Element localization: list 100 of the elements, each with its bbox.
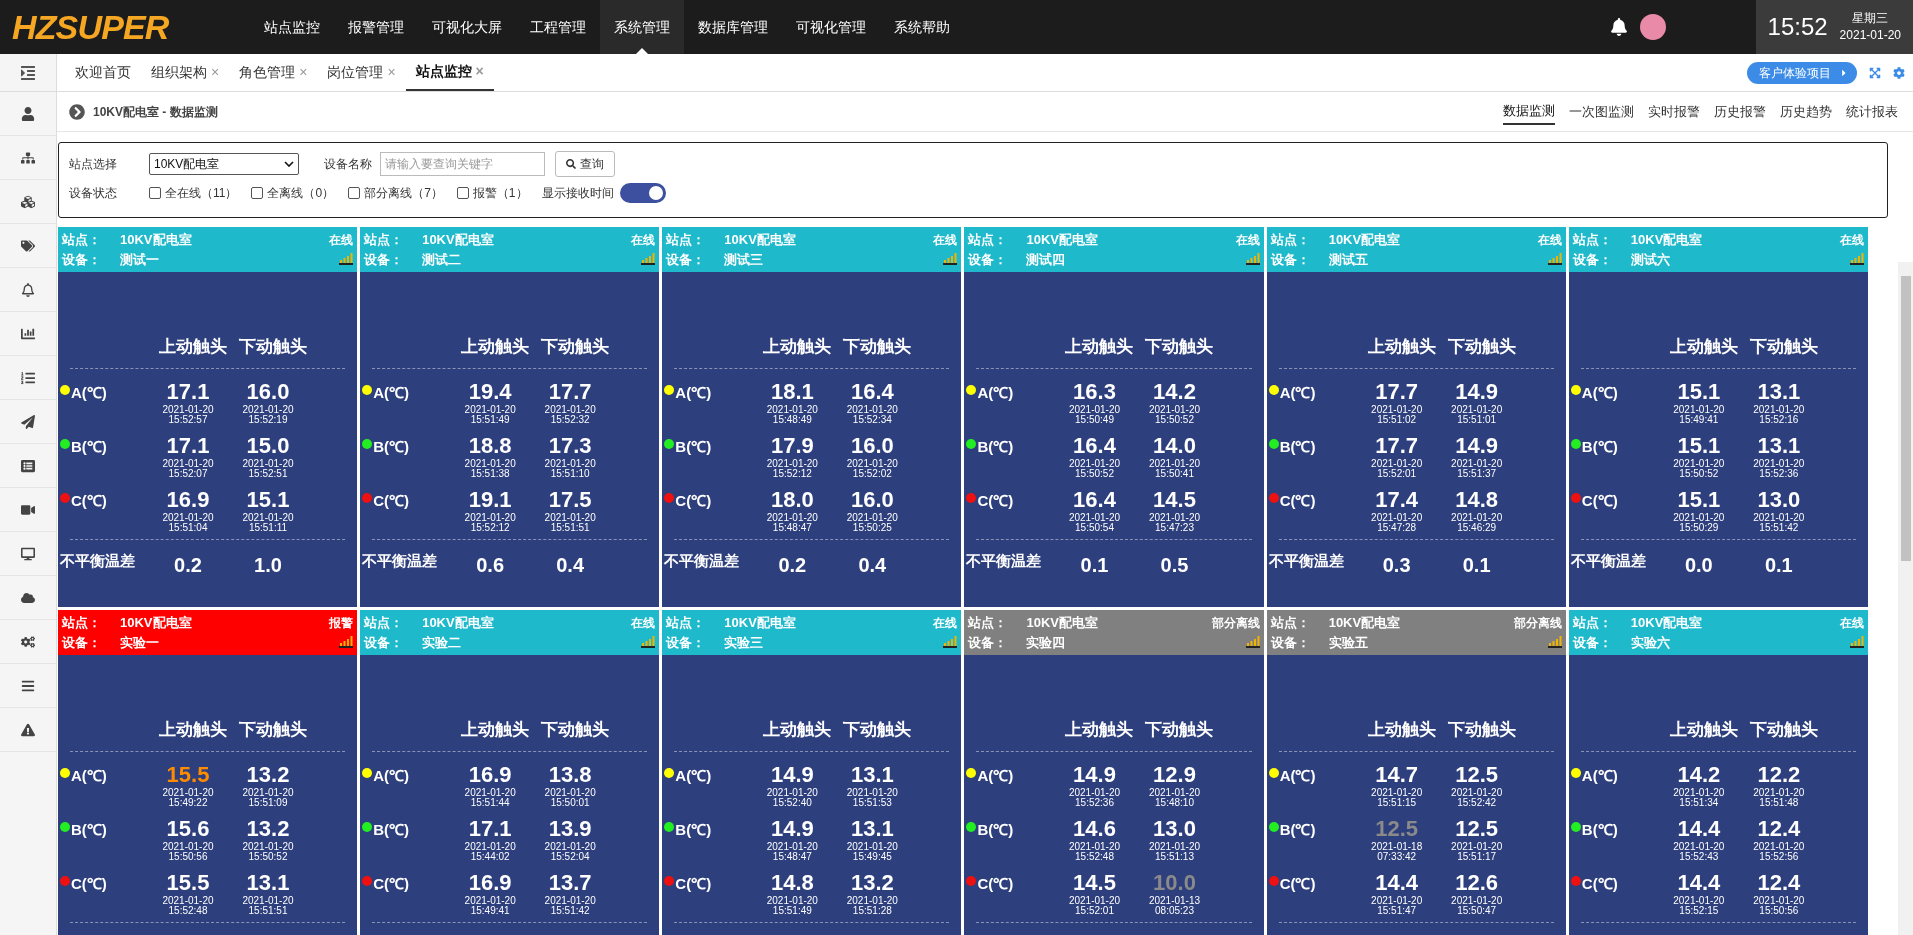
bar-chart-icon[interactable] — [21, 326, 35, 341]
station-label: 站点： — [666, 614, 707, 632]
view-tab[interactable]: 一次图监测 — [1569, 98, 1634, 125]
reading-date: 2021-01-20 — [1148, 404, 1201, 415]
signal-icon — [943, 253, 958, 266]
column-heading: 下动触头 — [238, 719, 308, 741]
imbalance-value: 0.0 — [1683, 552, 1714, 578]
checkbox-label: 全在线（11） — [165, 185, 238, 202]
fullscreen-icon[interactable] — [1869, 66, 1881, 79]
temperature-value: 19.1 — [468, 486, 512, 513]
nav-item[interactable]: 可视化管理 — [782, 0, 880, 54]
phase-label: C(℃) — [71, 875, 107, 891]
menu-toggle-icon[interactable] — [20, 64, 36, 81]
reading-time: 15:51:51 — [550, 522, 590, 533]
imbalance-value: 0.2 — [173, 552, 203, 578]
view-tab[interactable]: 历史报警 — [1714, 98, 1766, 125]
notification-bell-icon[interactable] — [1609, 18, 1628, 36]
column-heading: 上动触头 — [762, 336, 833, 358]
settings-icon[interactable] — [1893, 66, 1905, 79]
scrollbar[interactable] — [1898, 262, 1913, 935]
device-name: 实验一 — [120, 633, 160, 652]
reading-time: 15:51:01 — [1457, 414, 1497, 425]
station-name: 10KV配电室 — [1026, 614, 1099, 632]
reading-time: 15:44:02 — [470, 851, 510, 862]
page-tab[interactable]: 岗位管理 × — [317, 54, 406, 91]
signal-icon — [641, 636, 656, 649]
reading-date: 2021-01-20 — [1371, 895, 1423, 906]
show-time-toggle[interactable] — [619, 183, 666, 203]
nav-item[interactable]: 站点监控 — [250, 0, 334, 54]
reading-time: 15:51:42 — [1759, 522, 1799, 533]
page-tab[interactable]: 站点监控 × — [405, 54, 494, 91]
status-checkbox[interactable] — [456, 187, 469, 199]
temperature-value: 16.4 — [1073, 486, 1116, 513]
nav-item[interactable]: 系统管理 — [600, 0, 684, 54]
reading-time: 15:51:49 — [772, 905, 812, 916]
status-checkbox[interactable] — [149, 187, 161, 199]
status-checkbox[interactable] — [348, 187, 361, 199]
warning-icon[interactable] — [21, 722, 35, 737]
numbered-list-icon[interactable] — [21, 370, 35, 385]
reading-time: 15:52:42 — [1457, 797, 1497, 808]
sitemap-icon[interactable] — [21, 150, 35, 165]
list-icon[interactable] — [21, 458, 35, 473]
checkbox-label: 报警（1） — [472, 185, 528, 202]
reading-date: 2021-01-20 — [846, 895, 898, 906]
temperature-value: 15.5 — [166, 869, 210, 896]
reading-time: 15:49:41 — [1679, 414, 1719, 425]
gears-icon[interactable] — [21, 634, 35, 649]
reading-date: 2021-01-20 — [1068, 512, 1121, 523]
view-tab[interactable]: 数据监测 — [1503, 98, 1555, 125]
status-checkbox[interactable] — [251, 187, 264, 199]
temperature-value: 14.9 — [770, 761, 814, 788]
menu-icon[interactable] — [21, 678, 35, 693]
imbalance-value: 0.5 — [1159, 552, 1190, 578]
video-camera-icon[interactable] — [21, 502, 35, 517]
temperature-value: 16.9 — [468, 869, 512, 896]
query-button[interactable]: 查询 — [555, 151, 615, 177]
cloud-icon[interactable] — [21, 590, 35, 605]
nav-item[interactable]: 报警管理 — [334, 0, 418, 54]
device-search-field[interactable]: 请输入要查询关键字 — [380, 152, 545, 176]
station-label: 站点： — [62, 231, 102, 249]
reading-date: 2021-01-20 — [242, 841, 294, 852]
phase-label: C(℃) — [1581, 492, 1618, 508]
nav-item[interactable]: 可视化大屏 — [418, 0, 516, 54]
filter-label: 显示接收时间 — [541, 185, 614, 202]
reading-date: 2021-01-20 — [242, 787, 294, 798]
page-tab[interactable]: 角色管理 × — [229, 54, 318, 91]
view-tab[interactable]: 实时报警 — [1648, 98, 1700, 125]
paper-plane-icon[interactable] — [21, 414, 35, 429]
station-name: 10KV配电室 — [1026, 231, 1099, 249]
column-heading: 下动触头 — [540, 719, 611, 741]
nav-item[interactable]: 工程管理 — [516, 0, 600, 54]
signal-icon — [1547, 253, 1562, 266]
reading-date: 2021-01-20 — [766, 841, 818, 852]
temperature-value: 13.7 — [548, 869, 592, 896]
cubes-icon[interactable] — [21, 194, 35, 209]
device-name: 实验四 — [1026, 633, 1067, 652]
reading-time: 15:51:48 — [1759, 797, 1799, 808]
temperature-value: 14.6 — [1073, 815, 1116, 842]
device-label: 设备： — [1572, 633, 1613, 652]
bell-icon[interactable] — [21, 282, 35, 297]
tags-icon[interactable] — [21, 238, 35, 253]
reading-time: 15:52:34 — [852, 414, 892, 425]
monitor-icon[interactable] — [21, 546, 35, 561]
avatar[interactable] — [1639, 14, 1666, 40]
nav-item[interactable]: 数据库管理 — [684, 0, 782, 54]
nav-item[interactable]: 系统帮助 — [880, 0, 964, 54]
station-select[interactable]: 10KV配电室 — [149, 153, 299, 175]
page-tab[interactable]: 组织架构 × — [141, 54, 230, 91]
reading-date: 2021-01-20 — [544, 512, 596, 523]
column-heading: 上动触头 — [460, 719, 531, 741]
reading-time: 15:52:02 — [852, 468, 892, 479]
view-tab[interactable]: 历史趋势 — [1780, 98, 1832, 125]
view-tab[interactable]: 统计报表 — [1846, 98, 1898, 125]
reading-time: 15:50:41 — [1155, 468, 1194, 479]
page-tab[interactable]: 欢迎首页 — [65, 54, 141, 91]
reading-date: 2021-01-20 — [1753, 404, 1805, 415]
imbalance-label: 不平衡温差 — [60, 550, 136, 571]
temperature-value: 16.4 — [850, 378, 894, 405]
user-icon[interactable] — [21, 106, 35, 121]
temperature-value: 14.2 — [1677, 761, 1721, 788]
